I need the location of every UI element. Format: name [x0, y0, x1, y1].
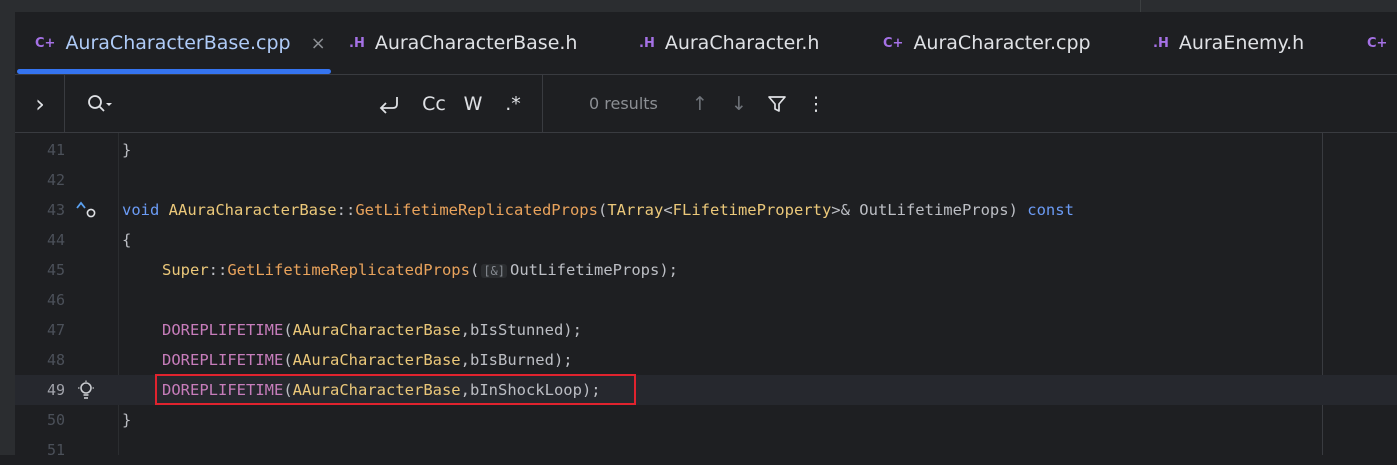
- header-file-icon: .H: [639, 35, 655, 51]
- code-line: 48 DOREPLIFETIME(AAuraCharacterBase,bIsB…: [15, 345, 1397, 375]
- code-line: 45 Super::GetLifetimeReplicatedProps([&]…: [15, 255, 1397, 285]
- line-number: 44: [46, 231, 65, 249]
- tab-auraenemy-h[interactable]: .H AuraEnemy.h: [1153, 12, 1304, 74]
- code-token: ,bIsBurned);: [460, 351, 573, 369]
- more-options-icon[interactable]: ⋮: [803, 75, 829, 132]
- code-line: 51: [15, 435, 1397, 465]
- line-number: 43: [46, 201, 65, 219]
- tab-label: AuraEnemy.h: [1178, 32, 1305, 54]
- top-strip-divider: [1140, 0, 1141, 12]
- macro-name: DOREPLIFETIME: [162, 321, 284, 339]
- class-name: AAuraCharacterBase: [168, 201, 337, 219]
- close-icon[interactable]: ×: [311, 33, 326, 54]
- parameter-hint: [&]: [481, 264, 508, 278]
- line-number: 42: [46, 171, 65, 189]
- code-line: 42: [15, 165, 1397, 195]
- find-bar-divider: [542, 75, 543, 132]
- tab-label: AuraCharacter.cpp: [913, 32, 1091, 54]
- code-line: 43 void AAuraCharacterBase::GetLifetimeR…: [15, 195, 1397, 225]
- whole-words-button[interactable]: W: [459, 75, 487, 132]
- code-line: 47 DOREPLIFETIME(AAuraCharacterBase,bIsS…: [15, 315, 1397, 345]
- replace-mode-icon[interactable]: [375, 75, 403, 132]
- tab-auracharacterbase-cpp[interactable]: C+ AuraCharacterBase.cpp ×: [35, 12, 326, 74]
- tab-label: AuraCharacterBase.cpp: [65, 32, 291, 54]
- code-text[interactable]: Super::GetLifetimeReplicatedProps([&] Out…: [162, 255, 678, 285]
- line-number: 49: [46, 381, 65, 399]
- code-token: (: [283, 321, 293, 339]
- tab-label: AuraCharacterBase.h: [374, 32, 578, 54]
- expand-replace-chevron-icon[interactable]: ›: [25, 75, 55, 132]
- code-text[interactable]: {: [122, 225, 131, 255]
- tab-overflow[interactable]: C+: [1367, 12, 1397, 74]
- editor-tab-bar: C+ AuraCharacterBase.cpp × .H AuraCharac…: [15, 12, 1397, 75]
- code-line: 46: [15, 285, 1397, 315]
- keyword: const: [1027, 201, 1074, 219]
- class-name: TArray: [607, 201, 664, 219]
- cpp-file-icon: C+: [35, 35, 56, 51]
- function-name: GetLifetimeReplicatedProps: [227, 261, 470, 279]
- match-case-button[interactable]: Cc: [417, 75, 451, 132]
- code-line: 44 {: [15, 225, 1397, 255]
- code-token: <: [663, 201, 673, 219]
- function-name: GetLifetimeReplicatedProps: [355, 201, 598, 219]
- lightbulb-icon[interactable]: [77, 375, 95, 405]
- code-text[interactable]: }: [122, 405, 131, 435]
- previous-occurrence-icon[interactable]: ↑: [687, 75, 713, 132]
- code-token: ::: [336, 201, 356, 219]
- line-number: 41: [46, 141, 65, 159]
- cpp-file-icon: C+: [1367, 35, 1388, 51]
- line-number: 51: [46, 441, 65, 459]
- window-top-strip: [0, 0, 1397, 12]
- find-bar: › Cc W .* 0 results ↑ ↓ ⋮: [15, 75, 1397, 133]
- tab-auracharacter-cpp[interactable]: C+ AuraCharacter.cpp: [883, 12, 1091, 74]
- class-name: FLifetimeProperty: [672, 201, 832, 219]
- line-number: 50: [46, 411, 65, 429]
- code-token: (: [469, 261, 480, 279]
- code-text[interactable]: DOREPLIFETIME(AAuraCharacterBase,bIsBurn…: [162, 345, 573, 375]
- code-token: (: [597, 201, 608, 219]
- line-number: 46: [46, 291, 65, 309]
- search-icon[interactable]: [83, 75, 117, 132]
- class-name: AAuraCharacterBase: [292, 351, 461, 369]
- line-number: 48: [46, 351, 65, 369]
- code-token: ,bIsStunned);: [460, 321, 582, 339]
- macro-name: DOREPLIFETIME: [162, 351, 284, 369]
- class-name: AAuraCharacterBase: [292, 321, 461, 339]
- cpp-file-icon: C+: [883, 35, 904, 51]
- code-text[interactable]: DOREPLIFETIME(AAuraCharacterBase,bIsStun…: [162, 315, 582, 345]
- header-file-icon: .H: [1153, 35, 1169, 51]
- code-token: >& OutLifetimeProps): [831, 201, 1028, 219]
- line-number: 45: [46, 261, 65, 279]
- filter-icon[interactable]: [764, 75, 790, 132]
- left-tool-strip: [0, 12, 15, 455]
- active-tab-indicator: [17, 69, 331, 74]
- header-file-icon: .H: [349, 35, 365, 51]
- tab-label: AuraCharacter.h: [664, 32, 820, 54]
- overrides-method-icon[interactable]: [75, 195, 99, 225]
- regex-button[interactable]: .*: [499, 75, 527, 132]
- annotation-highlight-box: [155, 374, 636, 405]
- code-token: ::: [208, 261, 228, 279]
- line-number: 47: [46, 321, 65, 339]
- next-occurrence-icon[interactable]: ↓: [726, 75, 752, 132]
- code-token: (: [283, 351, 293, 369]
- keyword: void: [122, 201, 160, 219]
- find-bar-divider: [64, 75, 65, 132]
- code-line: 41 }: [15, 135, 1397, 165]
- code-line: 50 }: [15, 405, 1397, 435]
- class-name: Super: [162, 261, 209, 279]
- code-token: OutLifetimeProps);: [510, 261, 678, 279]
- tab-auracharacter-h[interactable]: .H AuraCharacter.h: [639, 12, 819, 74]
- code-editor[interactable]: 41 } 42 43 void AAuraCharacterBase::GetL…: [15, 133, 1397, 459]
- code-text[interactable]: void AAuraCharacterBase::GetLifetimeRepl…: [122, 195, 1074, 225]
- tab-auracharacterbase-h[interactable]: .H AuraCharacterBase.h: [349, 12, 577, 74]
- code-text[interactable]: }: [122, 135, 131, 165]
- search-results-count: 0 results: [589, 94, 658, 113]
